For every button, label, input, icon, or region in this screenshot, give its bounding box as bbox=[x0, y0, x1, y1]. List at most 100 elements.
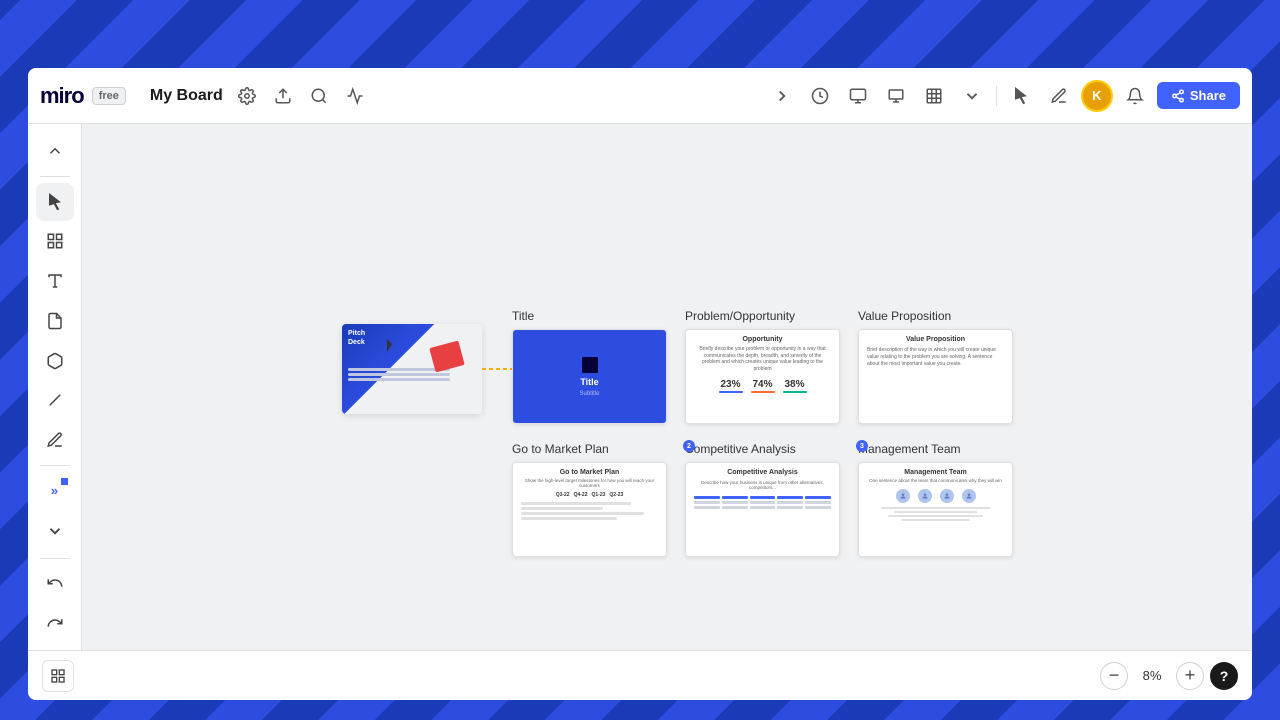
bottom-bar: − 8% + ? bbox=[28, 650, 1252, 700]
value-slide-label: Value Proposition bbox=[858, 309, 1013, 323]
comp-c10 bbox=[805, 506, 831, 509]
comp-c3 bbox=[750, 501, 776, 504]
problem-slide-content: Opportunity Briefly describe your proble… bbox=[686, 330, 839, 423]
comp-c7 bbox=[722, 506, 748, 509]
frames-tool-button[interactable] bbox=[36, 223, 74, 261]
comp-h4 bbox=[777, 496, 803, 499]
main-area: » Pitch bbox=[28, 124, 1252, 650]
title-slide-content: Title Subtitle bbox=[513, 330, 666, 423]
opp-title: Opportunity bbox=[694, 336, 831, 343]
arrow-right-button[interactable] bbox=[766, 80, 798, 112]
presentation-button[interactable] bbox=[880, 80, 912, 112]
cursor-button[interactable] bbox=[1005, 80, 1037, 112]
gtm-q4: Q2-23 bbox=[609, 492, 623, 498]
management-slide-thumb[interactable]: Management Team One sentence about the t… bbox=[858, 462, 1013, 557]
comp-grid bbox=[694, 496, 831, 509]
val-text: Brief description of the way in which yo… bbox=[867, 347, 1004, 368]
shapes-tool-button[interactable] bbox=[36, 342, 74, 380]
competitive-slide-card[interactable]: Competitive Analysis Competitive Analysi… bbox=[685, 442, 840, 557]
more-options-button[interactable] bbox=[956, 80, 988, 112]
comp-c4 bbox=[777, 501, 803, 504]
problem-slide-thumb[interactable]: Opportunity Briefly describe your proble… bbox=[685, 329, 840, 424]
mgmt-line-1 bbox=[881, 507, 991, 509]
app-window: miro free My Board bbox=[28, 68, 1252, 700]
comp-h1 bbox=[694, 496, 720, 499]
title-slide-thumb[interactable]: Title Subtitle bbox=[512, 329, 667, 424]
share-button[interactable]: Share bbox=[1157, 82, 1240, 109]
opp-stat-3: 38% bbox=[783, 379, 807, 393]
title-slide-label: Title bbox=[512, 309, 667, 323]
gtm-lines bbox=[521, 502, 658, 520]
notification-dot bbox=[61, 478, 68, 485]
left-toolbar: » bbox=[28, 124, 82, 650]
pitch-deck-label: Pitch bbox=[348, 330, 476, 338]
title-slide-text: Title bbox=[580, 377, 598, 387]
gtm-slide-thumb[interactable]: Go to Market Plan Show the high-level ta… bbox=[512, 462, 667, 557]
gtm-q2: Q4-22 bbox=[574, 492, 588, 498]
competitive-badge: 2 bbox=[683, 440, 695, 452]
export-button[interactable] bbox=[267, 80, 299, 112]
screen-share-button[interactable] bbox=[842, 80, 874, 112]
undo-button[interactable] bbox=[36, 565, 74, 603]
redo-button[interactable] bbox=[36, 604, 74, 642]
table-button[interactable] bbox=[918, 80, 950, 112]
tool-separator-3 bbox=[40, 558, 70, 559]
opp-stat-num-2: 74% bbox=[752, 379, 772, 390]
timer-button[interactable] bbox=[339, 80, 371, 112]
expand-tools-button[interactable] bbox=[36, 512, 74, 550]
marker-button[interactable] bbox=[1043, 80, 1075, 112]
notifications-button[interactable] bbox=[1119, 80, 1151, 112]
line-tool-button[interactable] bbox=[36, 382, 74, 420]
zoom-controls: − 8% + ? bbox=[1100, 662, 1238, 690]
board-name[interactable]: My Board bbox=[150, 87, 223, 105]
search-button[interactable] bbox=[303, 80, 335, 112]
management-slide-card[interactable]: Management Team Management Team One sent… bbox=[858, 442, 1013, 557]
avatar[interactable]: K bbox=[1081, 80, 1113, 112]
slides-row-1: Title Title Subtitle Problem/Opportunity bbox=[512, 309, 1013, 424]
slides-container: Title Title Subtitle Problem/Opportunity bbox=[512, 309, 1013, 575]
opp-stat-line-1 bbox=[719, 391, 743, 393]
comp-h2 bbox=[722, 496, 748, 499]
select-tool-button[interactable] bbox=[36, 183, 74, 221]
mgmt-line-3 bbox=[888, 515, 984, 517]
mgmt-line-4 bbox=[901, 519, 970, 521]
opp-stat-line-3 bbox=[783, 391, 807, 393]
comp-c6 bbox=[694, 506, 720, 509]
gtm-slide-label: Go to Market Plan bbox=[512, 442, 667, 456]
zoom-out-button[interactable]: − bbox=[1100, 662, 1128, 690]
canvas-area[interactable]: Pitch Deck bbox=[82, 124, 1252, 650]
mgmt-line-2 bbox=[894, 511, 976, 513]
gtm-line-2 bbox=[521, 507, 603, 510]
comp-desc: Describe how your business is unique fro… bbox=[694, 480, 831, 490]
value-slide-thumb[interactable]: Value Proposition Brief description of t… bbox=[858, 329, 1013, 424]
comp-c5 bbox=[805, 501, 831, 504]
grid-view-button[interactable] bbox=[42, 660, 74, 692]
more-tools-button[interactable]: » bbox=[36, 472, 74, 510]
header-icons bbox=[231, 80, 371, 112]
mgmt-avatar-1 bbox=[896, 489, 910, 503]
problem-slide-card[interactable]: Problem/Opportunity Opportunity Briefly … bbox=[685, 309, 840, 424]
zoom-in-button[interactable]: + bbox=[1176, 662, 1204, 690]
settings-button[interactable] bbox=[231, 80, 263, 112]
problem-slide-label: Problem/Opportunity bbox=[685, 309, 840, 323]
comp-c2 bbox=[722, 501, 748, 504]
value-slide-card[interactable]: Value Proposition Value Proposition Brie… bbox=[858, 309, 1013, 424]
help-button[interactable]: ? bbox=[1210, 662, 1238, 690]
gtm-quarters: Q3-22 Q4-22 Q1-23 Q2-23 bbox=[521, 492, 658, 498]
opp-text: Briefly describe your problem or opportu… bbox=[694, 346, 831, 372]
title-slide-card[interactable]: Title Title Subtitle bbox=[512, 309, 667, 424]
management-slide-content: Management Team One sentence about the t… bbox=[859, 463, 1012, 556]
text-tool-button[interactable] bbox=[36, 262, 74, 300]
gtm-slide-card[interactable]: Go to Market Plan Go to Market Plan Show… bbox=[512, 442, 667, 557]
competitive-slide-thumb[interactable]: Competitive Analysis Describe how your b… bbox=[685, 462, 840, 557]
bottom-left bbox=[42, 660, 74, 692]
pen-tool-button[interactable] bbox=[36, 421, 74, 459]
collapse-tool-button[interactable] bbox=[36, 132, 74, 170]
sticky-note-tool-button[interactable] bbox=[36, 302, 74, 340]
mgmt-avatars bbox=[867, 489, 1004, 503]
competitive-slide-wrapper: 2 Competitive Analysis Competitive Analy… bbox=[685, 442, 840, 557]
mgmt-sub: One sentence about the team that communi… bbox=[867, 478, 1004, 483]
timer-circle-button[interactable] bbox=[804, 80, 836, 112]
gtm-sub: Show the high-level target milestones fo… bbox=[521, 478, 658, 488]
pitch-deck-thumbnail[interactable]: Pitch Deck bbox=[342, 324, 482, 414]
